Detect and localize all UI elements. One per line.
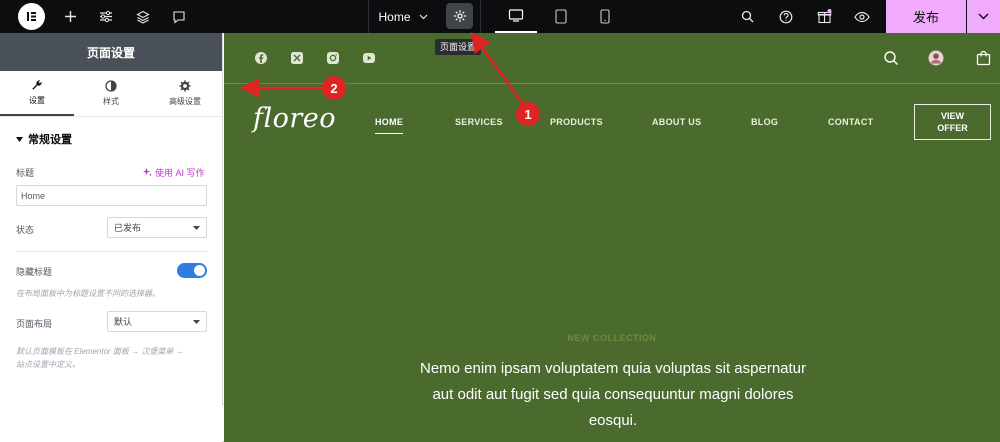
status-select-value: 已发布: [114, 223, 142, 233]
section-general-toggle[interactable]: 常规设置: [16, 131, 72, 147]
preview-eye-icon[interactable]: [851, 0, 873, 33]
page-layout-select[interactable]: 默认: [107, 311, 207, 332]
hide-title-toggle[interactable]: [177, 263, 207, 278]
instagram-icon[interactable]: [326, 51, 340, 65]
search-icon[interactable]: [736, 0, 758, 33]
mobile-icon: [600, 9, 610, 24]
publish-options-button[interactable]: [967, 0, 1000, 33]
header-divider: [224, 83, 1000, 84]
view-offer-button[interactable]: VIEW OFFER: [914, 104, 991, 140]
caret-down-icon: [193, 319, 200, 324]
publish-label: 发布: [912, 10, 939, 25]
x-twitter-icon[interactable]: [290, 51, 304, 65]
caret-down-icon: [16, 136, 23, 142]
elementor-logo-icon[interactable]: [18, 3, 45, 30]
tablet-icon: [555, 9, 567, 24]
gear-icon: [179, 80, 191, 92]
tab-advanced[interactable]: 高级设置: [148, 71, 222, 116]
tab-style-label: 样式: [103, 97, 119, 106]
nav-active-underline: [375, 133, 403, 134]
status-select[interactable]: 已发布: [107, 217, 207, 238]
mobile-view-button[interactable]: [594, 0, 616, 33]
write-with-ai-button[interactable]: 使用 AI 写作: [143, 166, 205, 179]
page-layout-hint-line2: 站点设置中定义。: [16, 360, 80, 369]
tab-style[interactable]: 样式: [74, 71, 148, 116]
page-settings-tooltip: 页面设置: [435, 39, 482, 55]
publish-button[interactable]: 发布: [886, 0, 966, 33]
nav-home[interactable]: HOME: [375, 117, 403, 127]
view-offer-line1: VIEW: [940, 111, 964, 121]
document-switcher[interactable]: Home: [370, 0, 436, 33]
tab-advanced-label: 高级设置: [169, 97, 201, 106]
site-logo[interactable]: floreo: [253, 103, 336, 134]
site-search-icon[interactable]: [883, 50, 899, 66]
write-with-ai-label: 使用 AI 写作: [155, 168, 205, 178]
page-settings-panel: 页面设置 设置 样式 高级设置 常规设置 标题 使用 AI 写作 Home 状态…: [0, 33, 223, 442]
hero-line-2: aut odit aut fugit sed quia consequuntur…: [432, 386, 794, 403]
ai-sparkle-icon: [143, 168, 152, 177]
document-name: Home: [378, 9, 411, 24]
tab-settings-label: 设置: [29, 96, 45, 105]
panel-title: 页面设置: [86, 45, 135, 60]
page-layout-select-value: 默认: [114, 317, 133, 327]
hide-title-label: 隐藏标题: [16, 267, 53, 277]
page-layout-label: 页面布局: [16, 319, 53, 329]
nav-about-us[interactable]: ABOUT US: [652, 117, 701, 127]
hero-line-1: Nemo enim ipsam voluptatem quia voluptas…: [419, 360, 807, 377]
hero-line-3: eosqui.: [588, 412, 638, 429]
status-label: 状态: [16, 225, 35, 235]
nav-services[interactable]: SERVICES: [455, 117, 503, 127]
chevron-down-icon: [419, 14, 427, 19]
add-element-icon[interactable]: [58, 0, 82, 33]
nav-blog[interactable]: BLOG: [751, 117, 778, 127]
chevron-down-icon: [978, 13, 989, 20]
panel-tabs: 设置 样式 高级设置: [0, 71, 222, 117]
divider: [16, 251, 207, 252]
half-circle-icon: [105, 80, 117, 92]
caret-down-icon: [193, 225, 200, 230]
site-settings-sliders-icon[interactable]: [94, 0, 118, 33]
tablet-view-button[interactable]: [550, 0, 572, 33]
top-toolbar: Home 发布: [0, 0, 1000, 33]
facebook-icon[interactable]: [254, 51, 268, 65]
title-label: 标题: [16, 168, 35, 178]
page-layout-hint: 默认页面模板在 Elementor 面板 → 汉堡菜单 → 站点设置中定义。: [16, 345, 184, 371]
gear-icon: [453, 10, 466, 22]
panel-header: 页面设置: [0, 33, 222, 71]
comments-icon[interactable]: [167, 0, 191, 33]
desktop-icon: [508, 9, 524, 22]
view-offer-line2: OFFER: [937, 123, 968, 133]
title-input-value: Home: [21, 190, 46, 201]
page-settings-button[interactable]: [446, 3, 473, 29]
cart-icon[interactable]: [976, 50, 991, 66]
desktop-view-button[interactable]: [495, 0, 537, 33]
nav-contact[interactable]: CONTACT: [828, 117, 873, 127]
wrench-icon: [32, 80, 42, 90]
youtube-icon[interactable]: [362, 51, 376, 65]
page-layout-hint-line1: 默认页面模板在 Elementor 面板 → 汉堡菜单 →: [16, 347, 184, 356]
hide-title-hint: 在布局面板中为标题设置不同的选择器。: [16, 289, 160, 298]
help-icon[interactable]: [775, 0, 797, 33]
nav-products[interactable]: PRODUCTS: [550, 117, 603, 127]
account-avatar-icon[interactable]: [928, 50, 944, 66]
structure-layers-icon[interactable]: [131, 0, 155, 33]
hero-text: Nemo enim ipsam voluptatem quia voluptas…: [404, 356, 822, 434]
tab-settings[interactable]: 设置: [0, 71, 74, 116]
section-general-title: 常规设置: [28, 134, 72, 146]
whats-new-gift-icon[interactable]: [813, 0, 835, 33]
hero-eyebrow: NEW COLLECTION: [567, 333, 657, 343]
title-input[interactable]: Home: [16, 185, 207, 206]
preview-canvas: floreo HOME SERVICES PRODUCTS ABOUT US B…: [224, 33, 1000, 442]
